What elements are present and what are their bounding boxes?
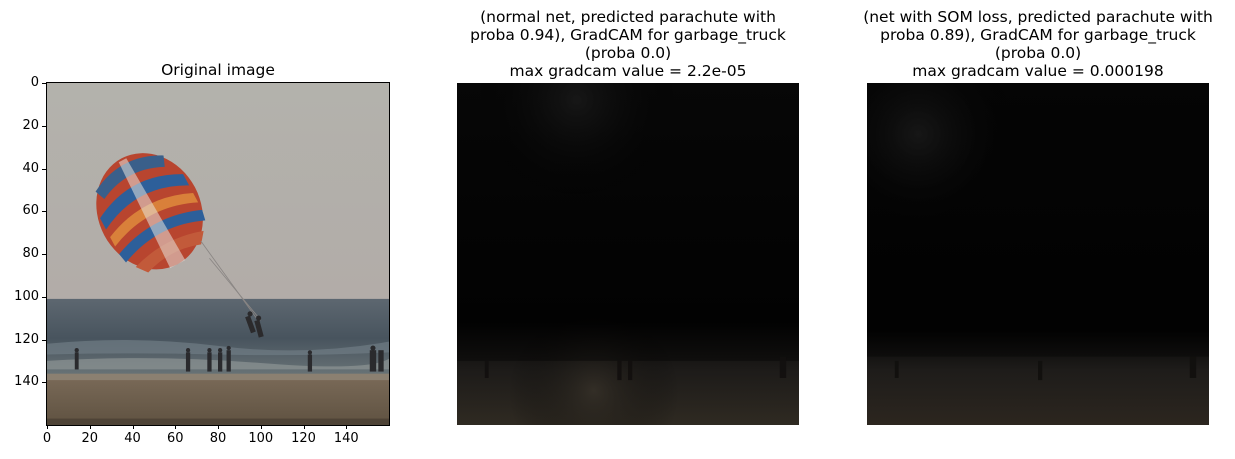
gradcam-normal-net-heatmap bbox=[457, 83, 799, 425]
title-normal-net: (normal net, predicted parachute with pr… bbox=[470, 8, 786, 80]
y-tick-label: 140 bbox=[14, 374, 39, 390]
x-tick-mark bbox=[303, 425, 305, 429]
x-tick-mark bbox=[175, 425, 177, 429]
x-tick-mark bbox=[218, 425, 219, 429]
original-image-axes-frame bbox=[46, 82, 390, 426]
x-tick-mark bbox=[47, 425, 48, 429]
y-tick-label: 20 bbox=[22, 117, 39, 133]
x-tick-label: 100 bbox=[248, 431, 274, 446]
y-tick-label: 120 bbox=[14, 331, 39, 347]
y-tick-label: 60 bbox=[22, 203, 39, 219]
y-tick-mark bbox=[42, 296, 46, 298]
x-tick-label: 40 bbox=[124, 431, 141, 446]
y-tick-mark bbox=[42, 168, 46, 170]
x-tick-label: 60 bbox=[166, 431, 184, 446]
y-tick-mark bbox=[42, 382, 46, 384]
y-tick-mark bbox=[42, 125, 46, 127]
figure: Original image (normal net, predicted pa… bbox=[0, 0, 1235, 459]
y-tick-label: 0 bbox=[30, 75, 39, 90]
x-tick-label: 0 bbox=[42, 431, 52, 446]
title-som-net: (net with SOM loss, predicted parachute … bbox=[863, 8, 1213, 80]
x-tick-label: 80 bbox=[209, 431, 227, 446]
title-original-image: Original image bbox=[161, 61, 275, 79]
y-tick-label: 40 bbox=[22, 160, 39, 176]
x-tick-mark bbox=[132, 425, 134, 429]
x-tick-label: 140 bbox=[333, 431, 359, 446]
y-tick-label: 80 bbox=[22, 246, 39, 261]
y-tick-label: 100 bbox=[14, 288, 39, 304]
x-tick-label: 120 bbox=[291, 431, 316, 446]
y-tick-mark bbox=[42, 83, 46, 84]
y-tick-mark bbox=[42, 339, 46, 341]
x-tick-mark bbox=[89, 425, 91, 429]
y-tick-mark bbox=[42, 254, 46, 255]
x-tick-label: 20 bbox=[81, 431, 99, 446]
gradcam-som-net-heatmap bbox=[867, 83, 1209, 425]
x-tick-mark bbox=[346, 425, 348, 429]
x-tick-mark bbox=[260, 425, 262, 429]
y-tick-mark bbox=[42, 211, 46, 213]
